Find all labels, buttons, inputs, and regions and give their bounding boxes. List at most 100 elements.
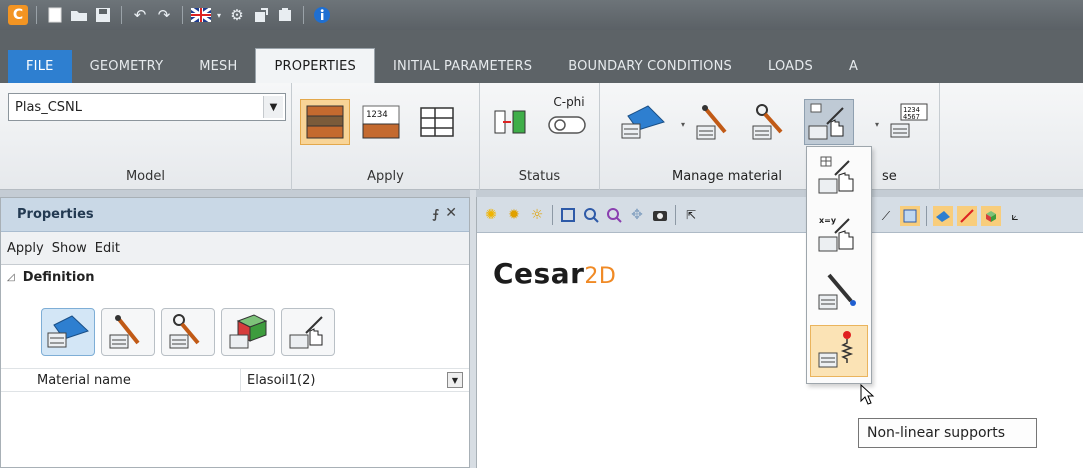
app-window: C ↶ ↷ ▾ ⚙ FILE GEOMETRY MESH PROPERTIES …: [0, 0, 1083, 468]
redo-icon[interactable]: ↷: [154, 5, 174, 25]
brand-name: Cesar: [493, 257, 585, 290]
mesh-edge-icon[interactable]: ⟋: [876, 206, 896, 226]
toggle-switch-icon: [548, 116, 586, 134]
group-apply: 1234 Apply: [292, 83, 480, 190]
tab-strip-top: [0, 30, 1083, 50]
material-name-value[interactable]: Elasoil1(2): [241, 373, 315, 388]
export-icon[interactable]: [251, 5, 271, 25]
open-icon[interactable]: [69, 5, 89, 25]
layered-material-option[interactable]: [221, 308, 275, 356]
language-flag-icon[interactable]: [191, 5, 211, 25]
menu-item-linear-support[interactable]: [810, 267, 868, 319]
tab-mesh[interactable]: MESH: [181, 50, 255, 83]
collapse-triangle-icon[interactable]: ◿: [7, 272, 15, 283]
print-icon[interactable]: [275, 5, 295, 25]
material-volume-icon: [47, 315, 89, 348]
apply-table-button[interactable]: [412, 99, 462, 145]
node-link-icon[interactable]: ⟀: [1005, 206, 1025, 226]
filter-volume-icon[interactable]: [933, 206, 953, 226]
tab-initial-parameters[interactable]: INITIAL PARAMETERS: [375, 50, 550, 83]
chevron-down-icon[interactable]: ▾: [678, 119, 688, 129]
material-name-row: Material name Elasoil1(2) ▼: [1, 368, 469, 392]
pin-icon[interactable]: ⨍: [432, 207, 439, 221]
undo-icon[interactable]: ↶: [130, 5, 150, 25]
menu-item-interface[interactable]: [810, 151, 868, 203]
svg-text:4567: 4567: [903, 113, 920, 121]
numbered-material-icon: 1234 4567: [890, 103, 928, 138]
tab-geometry[interactable]: GEOMETRY: [72, 50, 182, 83]
group-status: C-phi Status: [480, 83, 600, 190]
interface-table-icon: [818, 156, 854, 194]
group-label-model: Model: [125, 169, 166, 184]
interface-dropdown-button[interactable]: [804, 99, 854, 145]
zoom-icon[interactable]: [581, 205, 601, 225]
new-icon[interactable]: [45, 5, 65, 25]
tab-properties[interactable]: PROPERTIES: [255, 48, 375, 83]
app-logo[interactable]: C: [8, 5, 28, 25]
cesar-logo: Cesar2D: [493, 257, 616, 290]
chevron-down-icon[interactable]: ▼: [263, 96, 283, 118]
interface-option[interactable]: [281, 308, 335, 356]
tab-file[interactable]: FILE: [8, 50, 72, 83]
apply-numbering-button[interactable]: 1234: [356, 99, 406, 145]
view-selection-icon[interactable]: [900, 206, 920, 226]
tab-boundary-conditions[interactable]: BOUNDARY CONDITIONS: [550, 50, 750, 83]
beam-material-option[interactable]: [101, 308, 155, 356]
beam-search-icon: [752, 104, 783, 140]
tab-loads[interactable]: LOADS: [750, 50, 831, 83]
select-light-icon[interactable]: ✹: [504, 205, 524, 225]
beam-search-icon: [169, 314, 200, 349]
toolbar-separator: [121, 6, 122, 24]
chevron-down-icon[interactable]: ▼: [447, 372, 463, 388]
material-beam-search-button[interactable]: [746, 99, 796, 145]
apply-layers-button[interactable]: [300, 99, 350, 145]
close-icon[interactable]: ✕: [445, 205, 457, 221]
xy-interface-icon: x=y: [818, 216, 854, 252]
model-combo-value: Plas_CSNL: [15, 99, 82, 115]
chevron-down-icon[interactable]: ▾: [872, 119, 882, 129]
menu-apply[interactable]: Apply: [7, 241, 44, 256]
zoom-window-icon[interactable]: [558, 205, 578, 225]
material-volume-button[interactable]: [618, 99, 668, 145]
material-volume-icon: [621, 105, 665, 139]
camera-icon[interactable]: [650, 205, 670, 225]
filter-cube-icon[interactable]: [981, 206, 1001, 226]
viewport-toolbar-right: ⟋ ⟀: [876, 206, 1025, 226]
group-manage-material: ▾ ▾ 1234 4567 Manage material se: [600, 83, 940, 190]
numbering-button[interactable]: 1234 4567: [884, 99, 934, 145]
tab-truncated[interactable]: A: [831, 50, 876, 83]
save-icon[interactable]: [93, 5, 113, 25]
cphi-label: C-phi: [553, 95, 585, 109]
menu-show[interactable]: Show: [52, 241, 87, 256]
material-volume-option[interactable]: [41, 308, 95, 356]
filter-line-icon[interactable]: [957, 206, 977, 226]
toolbar-separator: [303, 6, 304, 24]
properties-panel: Properties ⨍ ✕ Apply Show Edit ◿ Definit…: [0, 197, 470, 468]
status-blocks-icon: [494, 110, 526, 134]
group-label-apply: Apply: [367, 169, 404, 184]
menu-item-xy-interface[interactable]: x=y: [810, 209, 868, 261]
zoom-out-icon[interactable]: [604, 205, 624, 225]
numbered-grid-icon: 1234: [362, 105, 400, 139]
material-beam-button[interactable]: [690, 99, 740, 145]
dropdown-arrow-icon[interactable]: ▾: [215, 5, 223, 25]
select-cursor-icon[interactable]: ⇱: [681, 205, 701, 225]
svg-text:1234: 1234: [366, 110, 388, 120]
beam-material-icon: [696, 105, 727, 140]
non-linear-support-icon: [818, 331, 854, 368]
pan-icon[interactable]: ✥: [627, 205, 647, 225]
menu-item-non-linear-support[interactable]: [810, 325, 868, 377]
status-toggle-button[interactable]: [490, 99, 530, 145]
menu-edit[interactable]: Edit: [95, 241, 120, 256]
settings-icon[interactable]: ⚙: [227, 5, 247, 25]
info-icon[interactable]: [312, 5, 332, 25]
beam-search-option[interactable]: [161, 308, 215, 356]
sun-cloud-icon[interactable]: ☼: [527, 205, 547, 225]
interface-hand-icon: [808, 103, 844, 140]
ribbon-panel: Plas_CSNL ▼ Model 1234 Apply C-phi Statu…: [0, 83, 1083, 190]
light-icon[interactable]: ✺: [481, 205, 501, 225]
definition-section[interactable]: ◿ Definition: [1, 265, 469, 289]
model-combo[interactable]: Plas_CSNL ▼: [8, 93, 286, 121]
group-label-manage-material: Manage material: [672, 169, 783, 184]
cphi-toggle[interactable]: [548, 115, 586, 138]
